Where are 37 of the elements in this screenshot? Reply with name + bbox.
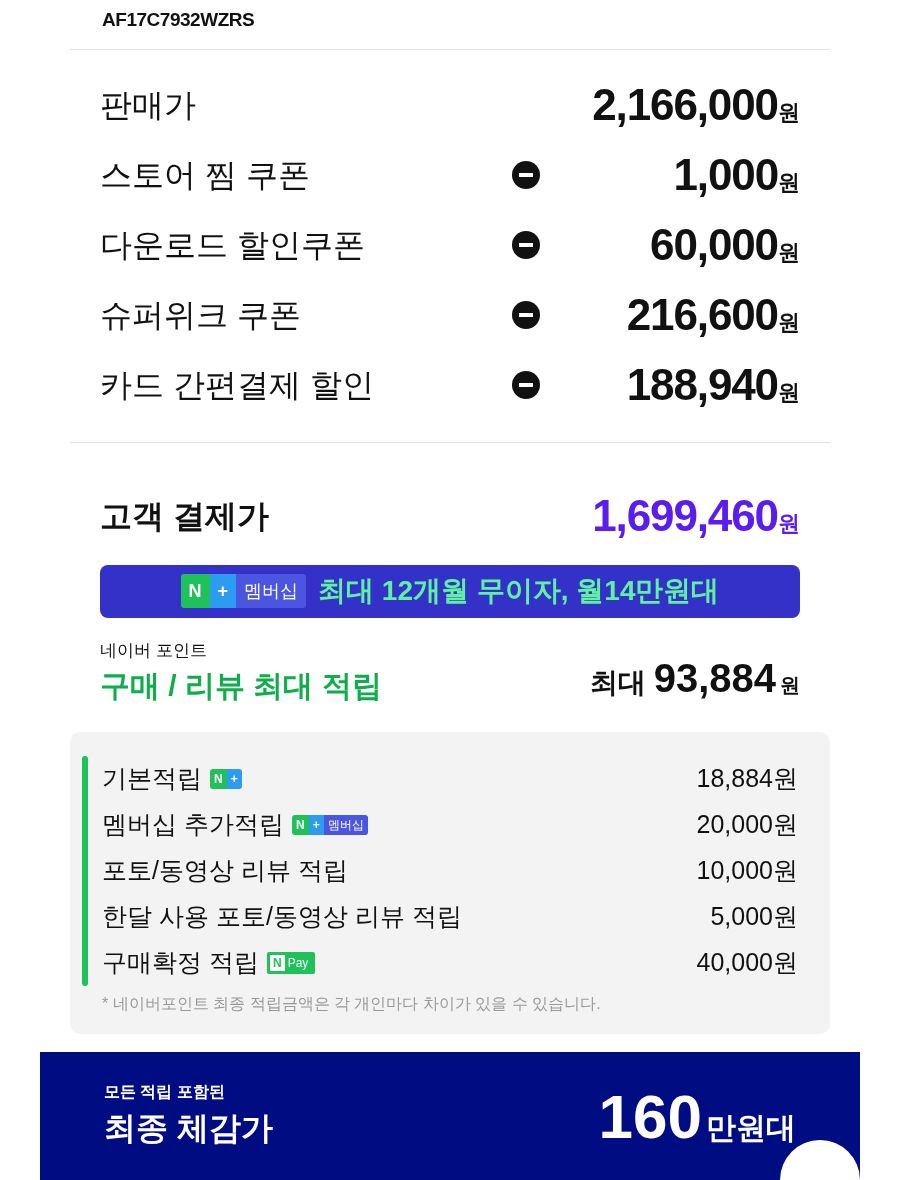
minus-icon — [512, 230, 540, 259]
price-label: 슈퍼위크 쿠폰 — [100, 295, 302, 335]
price-amount: 1,000원 — [672, 148, 800, 201]
points-item-label: 한달 사용 포토/동영상 리뷰 적립 — [102, 901, 462, 933]
minus-icon — [512, 370, 540, 399]
points-item-label: 멤버십 추가적립 — [102, 809, 284, 841]
points-item-amount: 10,000원 — [696, 855, 798, 887]
price-label: 스토어 찜 쿠폰 — [100, 155, 311, 195]
minus-icon — [512, 160, 540, 189]
price-amount: 216,600원 — [625, 288, 800, 341]
price-label: 판매가 — [100, 85, 197, 125]
price-amount: 60,000원 — [649, 218, 800, 271]
pay-badge: N Pay — [266, 952, 316, 974]
final-label: 최종 체감가 — [104, 1109, 274, 1148]
membership-banner[interactable]: N + 멤버십 최대 12개월 무이자, 월14만원대 — [100, 564, 800, 618]
price-amount: 2,166,000원 — [591, 78, 800, 131]
points-item-amount: 20,000원 — [696, 809, 798, 841]
points-note: * 네이버포인트 최종 적립금액은 각 개인마다 차이가 있을 수 있습니다. — [101, 994, 602, 1014]
customer-price-label: 고객 결제가 — [100, 496, 270, 536]
price-amount: 188,940원 — [625, 358, 800, 411]
final-amount: 160 만원대 — [598, 1080, 796, 1153]
customer-price-amount: 1,699,460원 — [592, 489, 800, 542]
points-max-amount: 최대 93,884 원 — [589, 655, 800, 702]
points-headline: 구매 / 리뷰 최대 적립 — [100, 668, 383, 704]
points-caption: 네이버 포인트 — [100, 639, 208, 662]
price-label: 다운로드 할인쿠폰 — [100, 225, 366, 265]
points-item-label: 구매확정 적립 — [102, 947, 259, 979]
points-item-label: 포토/동영상 리뷰 적립 — [102, 855, 348, 887]
price-label: 카드 간편결제 할인 — [100, 365, 375, 405]
final-caption: 모든 적립 포함된 — [104, 1082, 226, 1102]
points-item-amount: 18,884원 — [696, 763, 798, 795]
banner-text: 최대 12개월 무이자, 월14만원대 — [318, 574, 720, 608]
product-code: AF17C7932WZRS — [102, 9, 255, 30]
points-item-amount: 40,000원 — [696, 947, 798, 979]
minus-icon — [512, 300, 540, 329]
points-item-amount: 5,000원 — [710, 901, 798, 933]
points-item-label: 기본적립 — [102, 763, 202, 795]
